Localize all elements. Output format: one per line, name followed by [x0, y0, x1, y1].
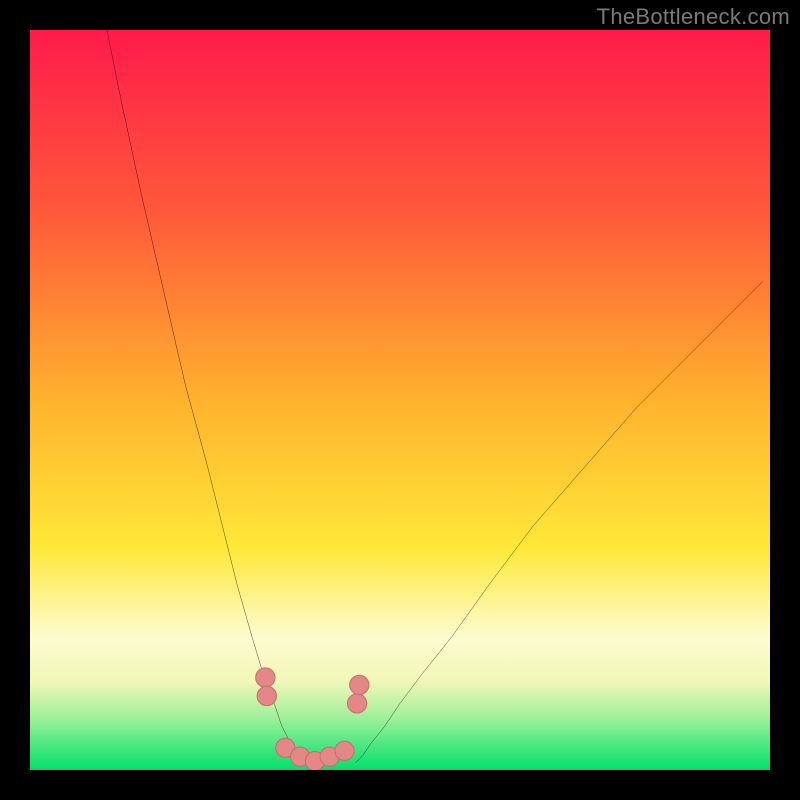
attribution-label: TheBottleneck.com: [597, 4, 790, 30]
gradient-background: [30, 30, 770, 770]
chart-stage: TheBottleneck.com: [0, 0, 800, 800]
